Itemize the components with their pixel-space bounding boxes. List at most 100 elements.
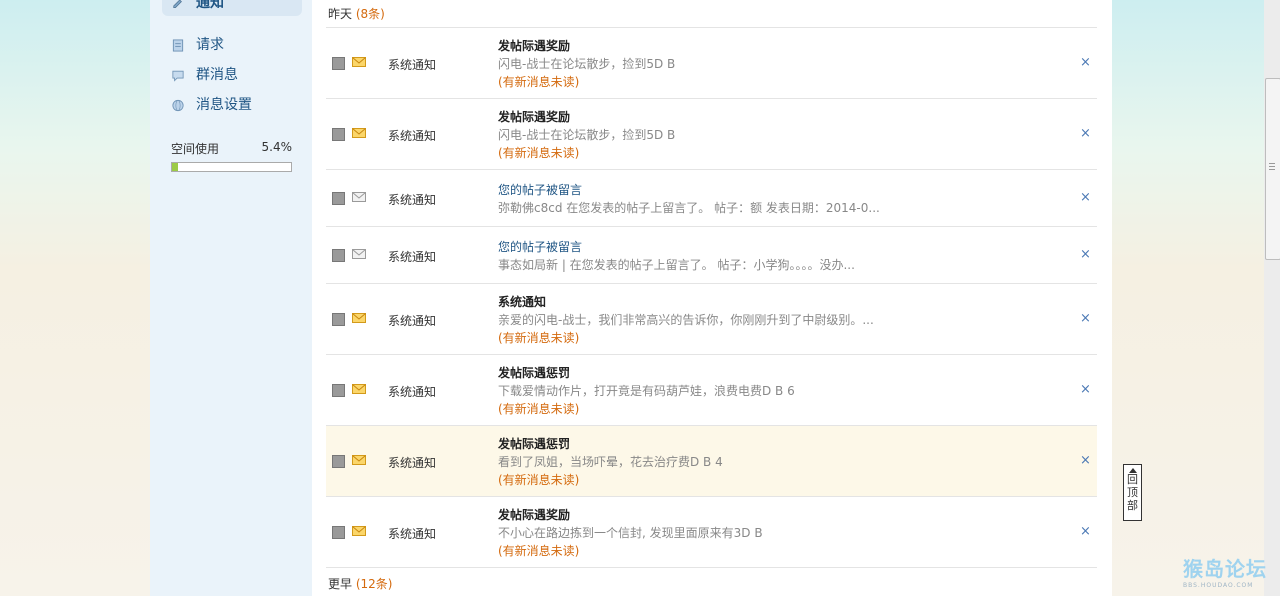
row-content: 系统通知亲爱的闪电-战士，我们非常高兴的告诉你，你刚刚升到了中尉级别。... (有… bbox=[498, 293, 898, 347]
sidebar-item-label: 消息设置 bbox=[196, 97, 252, 113]
row-checkbox[interactable] bbox=[332, 191, 345, 205]
space-usage-bar bbox=[171, 162, 292, 172]
row-checkbox[interactable] bbox=[332, 248, 345, 262]
row-unread-status: (有新消息未读) bbox=[498, 146, 580, 160]
row-description: 看到了凤姐，当场吓晕，花去治疗费D B 4 bbox=[498, 455, 723, 469]
row-checkbox[interactable] bbox=[332, 525, 345, 539]
row-source: 系统通知 bbox=[388, 192, 437, 207]
row-description: 亲爱的闪电-战士，我们非常高兴的告诉你，你刚刚升到了中尉级别。... bbox=[498, 313, 874, 327]
row-checkbox[interactable] bbox=[332, 127, 345, 141]
row-unread-status: (有新消息未读) bbox=[498, 331, 580, 345]
row-content: 发帖际遇奖励不小心在路边拣到一个信封, 发现里面原来有3D B (有新消息未读) bbox=[498, 506, 898, 560]
sidebar-item-message-settings[interactable]: 消息设置 bbox=[162, 90, 302, 120]
row-source: 系统通知 bbox=[388, 313, 437, 328]
row-checkbox[interactable] bbox=[332, 454, 345, 468]
envelope-icon bbox=[352, 525, 366, 536]
envelope-icon bbox=[352, 312, 366, 323]
row-source: 系统通知 bbox=[388, 384, 437, 399]
table-row[interactable]: 系统通知 您的帖子被留言事态如局新 | 在您发表的帖子上留言了。 帖子：小学狗。。… bbox=[326, 227, 1097, 284]
delete-button[interactable]: × bbox=[1080, 190, 1091, 205]
envelope-icon bbox=[352, 454, 366, 465]
row-source: 系统通知 bbox=[388, 128, 437, 143]
row-content: 发帖际遇奖励闪电-战士在论坛散步，捡到5D B (有新消息未读) bbox=[498, 37, 898, 91]
row-source: 系统通知 bbox=[388, 455, 437, 470]
sidebar-item-label: 通知 bbox=[196, 0, 224, 11]
sidebar-item-notifications[interactable]: 通知 bbox=[162, 0, 302, 16]
chat-bubble-icon bbox=[172, 70, 184, 82]
table-row[interactable]: 系统通知 发帖际遇奖励闪电-战士在论坛散步，捡到5D B (有新消息未读) × bbox=[326, 28, 1097, 99]
row-content: 您的帖子被留言事态如局新 | 在您发表的帖子上留言了。 帖子：小学狗。。。。没办… bbox=[498, 238, 898, 274]
row-source: 系统通知 bbox=[388, 57, 437, 72]
delete-button[interactable]: × bbox=[1080, 524, 1091, 539]
table-row[interactable]: 系统通知 系统通知 亲爱的闪电-战士，我们非常高兴的告诉你，你刚刚升到了中尉级别。.… bbox=[326, 284, 1097, 355]
sidebar-item-requests[interactable]: 请求 bbox=[162, 30, 302, 60]
sidebar-item-group-messages[interactable]: 群消息 bbox=[162, 60, 302, 90]
envelope-icon bbox=[352, 127, 366, 138]
row-title[interactable]: 您的帖子被留言 bbox=[498, 238, 898, 256]
space-usage-fill bbox=[172, 163, 178, 171]
delete-button[interactable]: × bbox=[1080, 382, 1091, 397]
day-header-earlier: 更早 (12条) bbox=[328, 575, 392, 592]
space-usage: 空间使用 5.4% bbox=[171, 140, 292, 172]
row-unread-status: (有新消息未读) bbox=[498, 473, 580, 487]
delete-button[interactable]: × bbox=[1080, 453, 1091, 468]
row-unread-status: (有新消息未读) bbox=[498, 402, 580, 416]
delete-button[interactable]: × bbox=[1080, 126, 1091, 141]
day-count: (12条) bbox=[355, 577, 393, 591]
delete-button[interactable]: × bbox=[1080, 55, 1091, 70]
row-description: 闪电-战士在论坛散步，捡到5D B bbox=[498, 57, 676, 71]
day-header-yesterday: 昨天 (8条) bbox=[328, 5, 385, 22]
row-unread-status: (有新消息未读) bbox=[498, 544, 580, 558]
globe-icon bbox=[172, 99, 184, 112]
row-title[interactable]: 系统通知 bbox=[498, 293, 898, 311]
table-row[interactable]: 系统通知 发帖际遇奖励闪电-战士在论坛散步，捡到5D B (有新消息未读) × bbox=[326, 99, 1097, 170]
envelope-open-icon bbox=[352, 248, 366, 259]
delete-button[interactable]: × bbox=[1080, 247, 1091, 262]
row-checkbox[interactable] bbox=[332, 312, 345, 326]
row-checkbox[interactable] bbox=[332, 56, 345, 70]
table-row[interactable]: 系统通知 您的帖子被留言弥勒佛c8cd 在您发表的帖子上留言了。 帖子：额 发表日… bbox=[326, 170, 1097, 227]
table-row[interactable]: 系统通知 发帖际遇惩罚下载爱情动作片，打开竟是有码葫芦娃，浪费电费D B 6 (有新… bbox=[326, 355, 1097, 426]
site-logo: 猴岛论坛 BBS.HOUDAO.COM bbox=[1183, 556, 1277, 596]
row-title[interactable]: 发帖际遇惩罚 bbox=[498, 435, 898, 453]
sidebar: 通知 请求 群消息 消息设置 bbox=[162, 0, 302, 120]
back-to-top-label: 回顶部 bbox=[1127, 473, 1138, 512]
row-description: 下载爱情动作片，打开竟是有码葫芦娃，浪费电费D B 6 bbox=[498, 384, 795, 398]
pencil-icon bbox=[173, 0, 182, 8]
table-row[interactable]: 系统通知 发帖际遇惩罚看到了凤姐，当场吓晕，花去治疗费D B 4 (有新消息未读) × bbox=[326, 426, 1097, 497]
scrollbar-grip bbox=[1269, 163, 1275, 171]
sidebar-item-label: 群消息 bbox=[196, 67, 238, 83]
envelope-icon bbox=[352, 383, 366, 394]
document-icon bbox=[172, 39, 184, 52]
row-title[interactable]: 发帖际遇奖励 bbox=[498, 506, 898, 524]
envelope-open-icon bbox=[352, 191, 366, 202]
row-unread-status: (有新消息未读) bbox=[498, 75, 580, 89]
logo-text: 猴岛论坛 bbox=[1183, 557, 1267, 581]
back-to-top-button[interactable]: 回顶部 bbox=[1123, 464, 1142, 521]
day-count: (8条) bbox=[355, 7, 385, 21]
row-title[interactable]: 发帖际遇惩罚 bbox=[498, 364, 898, 382]
row-checkbox[interactable] bbox=[332, 383, 345, 397]
row-description: 闪电-战士在论坛散步，捡到5D B bbox=[498, 128, 676, 142]
sidebar-item-label: 请求 bbox=[196, 37, 224, 53]
notification-list: 昨天 (8条) 系统通知 发帖际遇奖励 闪电-战士在论坛散步，捡到5D B (有新消息… bbox=[312, 0, 1112, 596]
row-content: 发帖际遇惩罚下载爱情动作片，打开竟是有码葫芦娃，浪费电费D B 6 (有新消息未读… bbox=[498, 364, 898, 418]
space-usage-label: 空间使用 bbox=[171, 142, 220, 156]
row-title[interactable]: 发帖际遇奖励 bbox=[498, 108, 898, 126]
space-usage-value: 5.4% bbox=[261, 140, 293, 154]
day-label: 昨天 bbox=[328, 7, 353, 21]
row-source: 系统通知 bbox=[388, 526, 437, 541]
logo-subtext: BBS.HOUDAO.COM bbox=[1183, 582, 1254, 589]
row-content: 发帖际遇奖励闪电-战士在论坛散步，捡到5D B (有新消息未读) bbox=[498, 108, 898, 162]
row-title[interactable]: 您的帖子被留言 bbox=[498, 181, 898, 199]
table-row[interactable]: 系统通知 发帖际遇奖励不小心在路边拣到一个信封, 发现里面原来有3D B (有新消息… bbox=[326, 497, 1097, 568]
envelope-icon bbox=[352, 56, 366, 67]
row-content: 您的帖子被留言弥勒佛c8cd 在您发表的帖子上留言了。 帖子：额 发表日期：20… bbox=[498, 181, 898, 217]
row-title[interactable]: 发帖际遇奖励 bbox=[498, 37, 898, 55]
row-description: 事态如局新 | 在您发表的帖子上留言了。 帖子：小学狗。。。。没办... bbox=[498, 258, 855, 272]
row-description: 弥勒佛c8cd 在您发表的帖子上留言了。 帖子：额 发表日期：2014-0... bbox=[498, 201, 880, 215]
delete-button[interactable]: × bbox=[1080, 311, 1091, 326]
row-source: 系统通知 bbox=[388, 249, 437, 264]
row-description: 不小心在路边拣到一个信封, 发现里面原来有3D B bbox=[498, 526, 763, 540]
day-label: 更早 bbox=[328, 577, 353, 591]
